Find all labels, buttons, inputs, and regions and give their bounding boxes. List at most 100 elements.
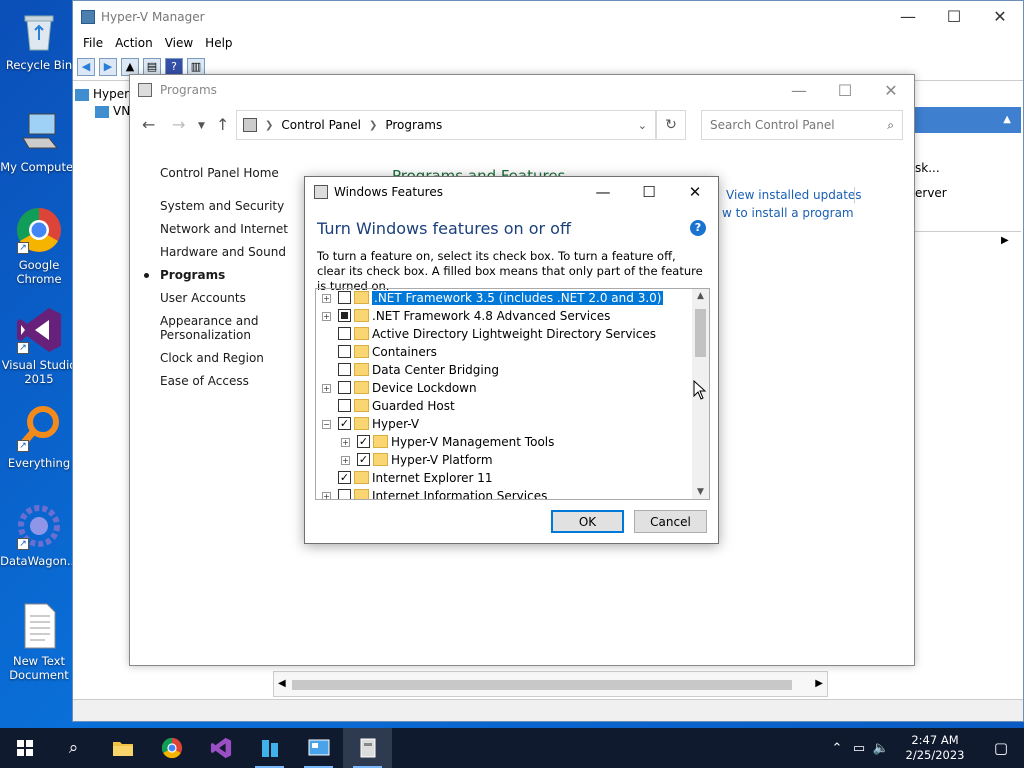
help-icon[interactable]: ? — [165, 57, 183, 76]
start-button[interactable] — [0, 728, 49, 768]
sidebar-item-clock-region[interactable]: Clock and Region — [160, 347, 288, 370]
minimize-button[interactable]: — — [580, 177, 626, 207]
close-button[interactable]: ✕ — [868, 75, 914, 105]
sidebar-item-system-security[interactable]: System and Security — [160, 195, 288, 218]
chevron-down-icon[interactable]: ⌄ — [638, 119, 647, 132]
taskbar-windows-features[interactable] — [343, 728, 392, 768]
expand-icon[interactable]: + — [322, 492, 331, 499]
menu-file[interactable]: File — [77, 36, 109, 50]
feature-row[interactable]: + Device Lockdown — [316, 379, 709, 397]
up-folder-icon[interactable]: ▲ — [121, 57, 139, 76]
view-installed-updates-link[interactable]: View installed updates — [726, 188, 862, 202]
forward-arrow-icon[interactable]: ▶ — [99, 57, 117, 76]
feature-row[interactable]: Guarded Host — [316, 397, 709, 415]
maximize-button[interactable]: ☐ — [822, 75, 868, 105]
feature-checkbox[interactable]: ✓ — [338, 417, 351, 430]
menu-action[interactable]: Action — [109, 36, 159, 50]
breadcrumb-programs[interactable]: Programs — [385, 118, 442, 132]
taskbar-control-panel[interactable] — [294, 728, 343, 768]
feature-checkbox[interactable] — [338, 291, 351, 304]
action-pane-icon[interactable]: ▥ — [187, 57, 205, 76]
scroll-left-icon[interactable]: ◀ — [278, 678, 286, 689]
network-icon[interactable]: ▭ — [848, 741, 870, 756]
features-tree[interactable]: + .NET Framework 3.5 (includes .NET 2.0 a… — [315, 288, 710, 500]
feature-row[interactable]: + .NET Framework 4.8 Advanced Services — [316, 307, 709, 325]
feature-row[interactable]: + ✓ Hyper-V Platform — [316, 451, 709, 469]
expand-icon[interactable]: + — [341, 456, 350, 465]
help-icon[interactable]: ? — [690, 220, 706, 236]
desktop-icon-new-text-document[interactable]: New Text Document — [0, 602, 78, 682]
feature-row[interactable]: − ✓ Hyper-V — [316, 415, 709, 433]
sidebar-home-link[interactable]: Control Panel Home — [160, 162, 288, 185]
show-hide-tree-icon[interactable]: ▤ — [143, 57, 161, 76]
hyperv-titlebar[interactable]: Hyper-V Manager — [73, 1, 1023, 33]
desktop-icon-chrome[interactable]: ↗ Google Chrome — [0, 206, 78, 286]
taskbar-chrome[interactable] — [147, 728, 196, 768]
feature-checkbox[interactable]: ✓ — [338, 471, 351, 484]
close-button[interactable]: ✕ — [672, 177, 718, 207]
ok-button[interactable]: OK — [551, 510, 624, 533]
search-input[interactable]: Search Control Panel ⌕ — [701, 110, 903, 140]
how-to-install-link[interactable]: w to install a program — [722, 206, 854, 220]
forward-arrow-icon[interactable]: → — [172, 115, 185, 134]
minimize-button[interactable]: — — [776, 75, 822, 105]
feature-row[interactable]: Active Directory Lightweight Directory S… — [316, 325, 709, 343]
scroll-up-icon[interactable]: ▲ — [692, 289, 709, 303]
up-arrow-icon[interactable]: ↑ — [216, 115, 229, 134]
search-button[interactable]: ⌕ — [49, 728, 98, 768]
desktop-icon-everything[interactable]: ↗ Everything — [0, 404, 78, 470]
action-item[interactable]: erver — [915, 186, 947, 200]
feature-checkbox[interactable] — [338, 345, 351, 358]
chevron-up-icon[interactable]: ⌃ — [826, 741, 848, 756]
scroll-thumb[interactable] — [292, 680, 792, 690]
horizontal-scrollbar[interactable]: ◀ ▶ — [273, 671, 828, 697]
sidebar-item-hardware-sound[interactable]: Hardware and Sound — [160, 241, 288, 264]
feature-checkbox[interactable] — [338, 309, 351, 322]
collapse-icon[interactable]: − — [322, 420, 331, 429]
volume-icon[interactable]: 🔈 — [870, 741, 892, 756]
taskbar-file-explorer[interactable] — [98, 728, 147, 768]
scroll-down-icon[interactable]: ▼ — [692, 485, 709, 499]
feature-checkbox[interactable] — [338, 363, 351, 376]
recent-locations-icon[interactable]: ▼ — [198, 121, 205, 131]
maximize-button[interactable]: ☐ — [931, 1, 977, 31]
feature-checkbox[interactable] — [338, 489, 351, 499]
expand-icon[interactable]: + — [322, 312, 331, 321]
chevron-right-icon[interactable]: ▶ — [1001, 235, 1009, 246]
sidebar-item-appearance[interactable]: Appearance and Personalization — [160, 310, 288, 347]
taskbar-hyperv-manager[interactable] — [245, 728, 294, 768]
refresh-button[interactable]: ↻ — [656, 110, 686, 140]
taskbar-visual-studio[interactable] — [196, 728, 245, 768]
feature-row[interactable]: ✓ Internet Explorer 11 — [316, 469, 709, 487]
sidebar-item-network-internet[interactable]: Network and Internet — [160, 218, 288, 241]
cancel-button[interactable]: Cancel — [634, 510, 707, 533]
desktop-icon-visual-studio[interactable]: ↗ Visual Studio 2015 — [0, 306, 78, 386]
feature-checkbox[interactable] — [338, 399, 351, 412]
desktop-icon-datawagon[interactable]: ↗ DataWagon... — [0, 502, 78, 568]
sidebar-item-programs[interactable]: Programs — [144, 264, 288, 287]
feature-row[interactable]: + .NET Framework 3.5 (includes .NET 2.0 a… — [316, 289, 709, 307]
desktop-icon-my-computer[interactable]: My Computer — [0, 108, 78, 174]
feature-checkbox[interactable] — [338, 327, 351, 340]
desktop-icon-recycle-bin[interactable]: Recycle Bin — [0, 6, 78, 72]
back-arrow-icon[interactable]: ◀ — [77, 57, 95, 76]
feature-row[interactable]: Containers — [316, 343, 709, 361]
feature-checkbox[interactable]: ✓ — [357, 453, 370, 466]
feature-checkbox[interactable]: ✓ — [357, 435, 370, 448]
action-item[interactable]: sk... — [915, 161, 940, 175]
scroll-right-icon[interactable]: ▶ — [815, 678, 823, 689]
expand-icon[interactable]: + — [322, 384, 331, 393]
breadcrumb-control-panel[interactable]: Control Panel — [281, 118, 361, 132]
back-arrow-icon[interactable]: ← — [142, 115, 155, 134]
sidebar-item-user-accounts[interactable]: User Accounts — [160, 287, 288, 310]
close-button[interactable]: ✕ — [977, 1, 1023, 31]
menu-view[interactable]: View — [159, 36, 199, 50]
feature-row[interactable]: Data Center Bridging — [316, 361, 709, 379]
collapse-icon[interactable]: ▲ — [1003, 114, 1011, 125]
scroll-thumb[interactable] — [695, 309, 706, 357]
feature-row[interactable]: + Internet Information Services — [316, 487, 709, 499]
sidebar-item-ease-of-access[interactable]: Ease of Access — [160, 370, 288, 393]
feature-checkbox[interactable] — [338, 381, 351, 394]
notification-icon[interactable]: ▢ — [978, 739, 1024, 757]
maximize-button[interactable]: ☐ — [626, 177, 672, 207]
